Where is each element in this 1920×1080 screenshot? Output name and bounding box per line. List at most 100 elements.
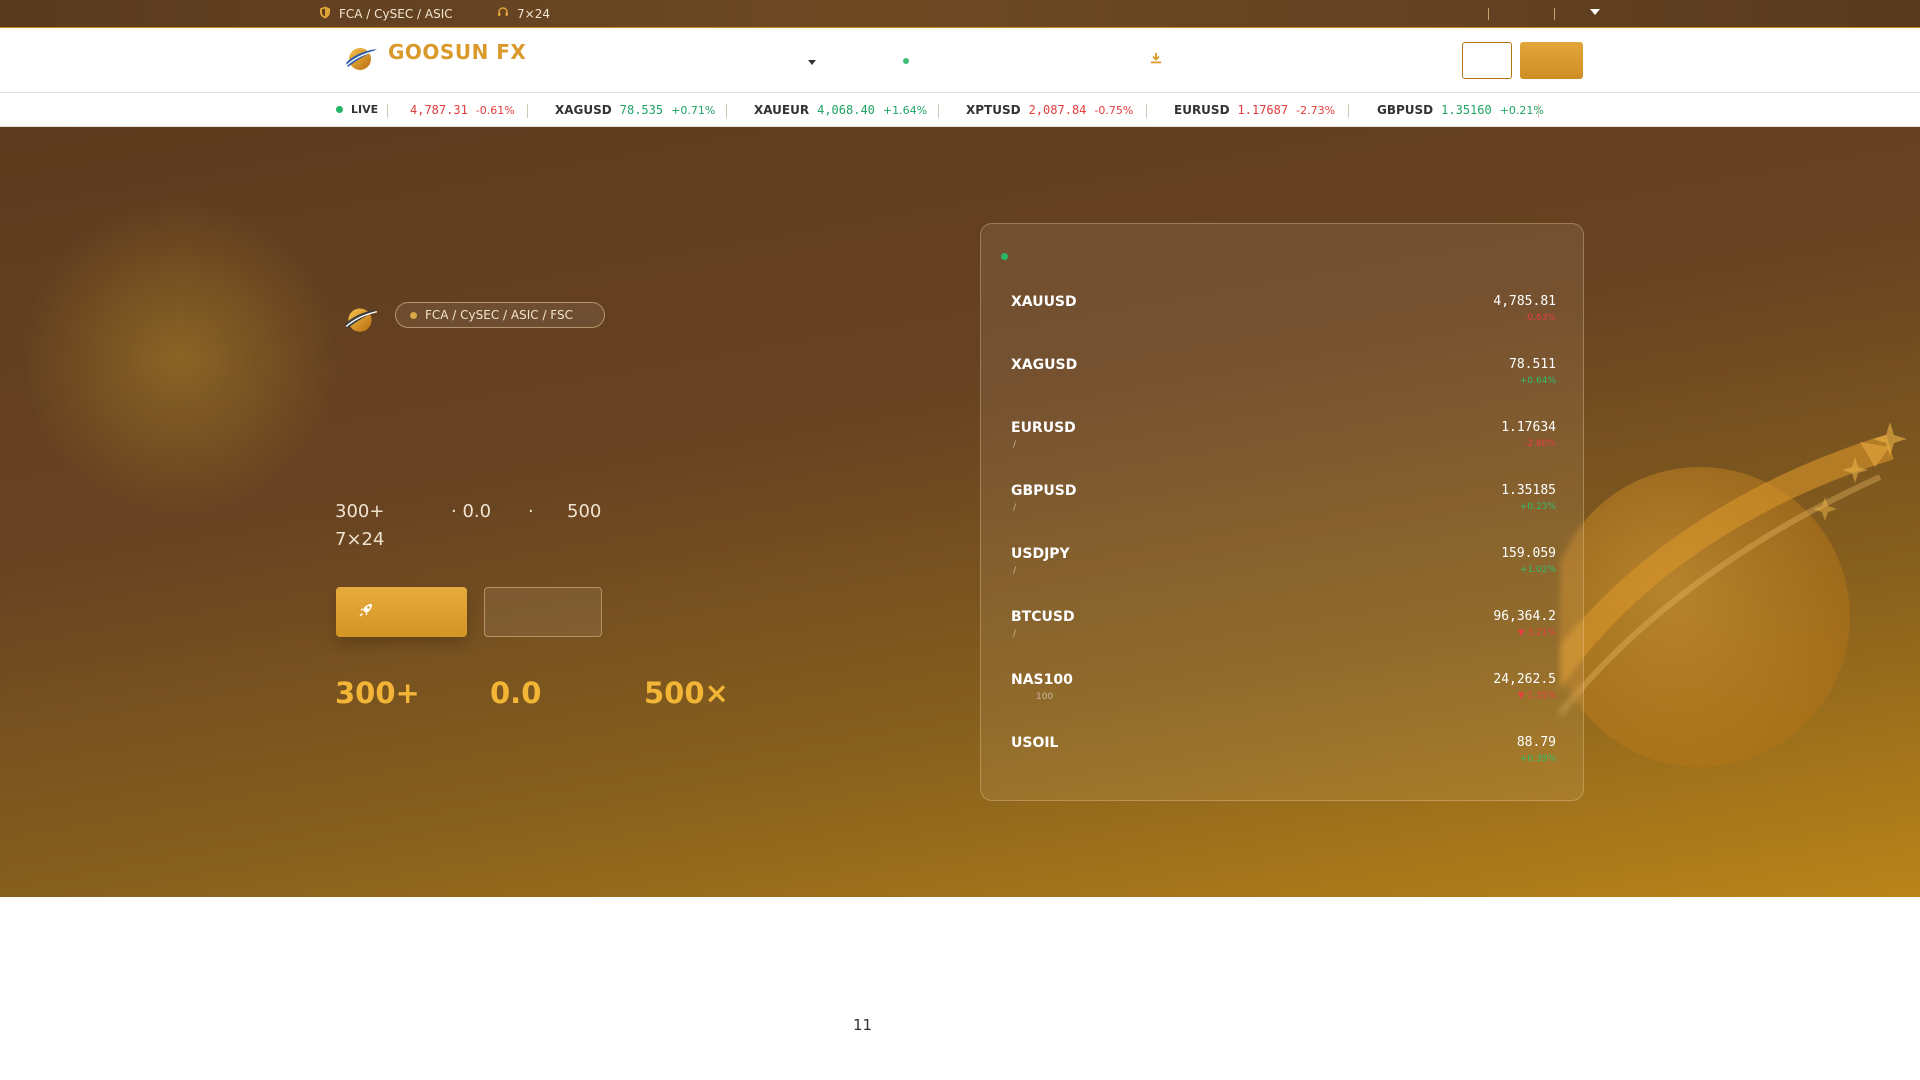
open-account-button[interactable] bbox=[1520, 42, 1583, 79]
quote-change: +0.64% bbox=[1519, 376, 1556, 386]
planet-logo-icon bbox=[343, 308, 379, 340]
divider bbox=[387, 104, 388, 118]
hero-logo bbox=[343, 300, 379, 340]
ticker-price: 78.535 bbox=[619, 103, 664, 117]
start-trading-button[interactable] bbox=[336, 587, 467, 637]
ticker-change: -0.61% bbox=[475, 103, 515, 117]
ticker-price: 4,068.40 bbox=[817, 103, 875, 117]
stat-spread: 0.0 bbox=[490, 676, 542, 710]
quote-subtitle: / bbox=[1013, 503, 1017, 513]
ticker-change: +0.71% bbox=[671, 103, 716, 117]
ticker-symbol: EURUSD bbox=[1174, 103, 1230, 117]
quote-change: -2.80% bbox=[1524, 439, 1556, 449]
quote-row[interactable]: XAGUSD 78.511 +0.64% bbox=[1011, 357, 1556, 417]
login-button[interactable] bbox=[1462, 42, 1512, 79]
feature-separator: · bbox=[528, 501, 534, 522]
planet-logo-icon bbox=[344, 40, 378, 78]
divider bbox=[938, 104, 939, 118]
quote-price: 96,364.2 bbox=[1493, 609, 1556, 624]
live-indicator: LIVE bbox=[336, 103, 378, 116]
divider bbox=[527, 104, 528, 118]
ticker-price: 2,087.84 bbox=[1028, 103, 1087, 117]
regulation-text: FCA / CySEC / ASIC bbox=[339, 7, 453, 21]
ticker-symbol: GBPUSD bbox=[1377, 103, 1434, 117]
ticker-price: 1.35160 bbox=[1441, 103, 1492, 117]
ticker-symbol: XAUEUR bbox=[754, 103, 810, 117]
language-chevron-down-icon[interactable] bbox=[1590, 9, 1600, 15]
quote-row[interactable]: NAS100 100 24,262.5 ▼ 1.35% bbox=[1011, 672, 1556, 732]
quote-subtitle: / bbox=[1013, 629, 1017, 639]
stat-instruments: 300+ bbox=[335, 676, 420, 710]
support-info: 7×24 bbox=[497, 6, 550, 21]
quote-price: 24,262.5 bbox=[1493, 672, 1556, 687]
hero-section: FCA / CySEC / ASIC / FSC 300+ · 0.0 · 50… bbox=[0, 127, 1920, 897]
live-dot bbox=[1001, 253, 1008, 260]
download-icon[interactable] bbox=[1150, 52, 1162, 68]
divider bbox=[1488, 8, 1489, 20]
quote-change: -0.63% bbox=[1524, 313, 1556, 323]
ticker-item[interactable]: XAUEUR 4,068.40 +1.64% bbox=[754, 103, 927, 117]
rocket-icon bbox=[358, 602, 374, 622]
ticker-item[interactable]: XAGUSD 78.535 +0.71% bbox=[555, 103, 715, 117]
divider bbox=[726, 104, 727, 118]
ticker-symbol: XPTUSD bbox=[966, 103, 1021, 117]
ticker-change: +1.64% bbox=[882, 103, 928, 117]
ticker-price: 1.17687 bbox=[1237, 103, 1289, 117]
feature-support: 7×24 bbox=[335, 529, 385, 550]
live-dot bbox=[336, 106, 343, 113]
quote-subtitle: / bbox=[1013, 440, 1017, 450]
headset-icon bbox=[497, 6, 509, 21]
quote-row[interactable]: USDJPY / 159.059 +1.02% bbox=[1011, 546, 1556, 606]
quote-row[interactable]: GBPUSD / 1.35185 +0.23% bbox=[1011, 483, 1556, 543]
regulation-badge: FCA / CySEC / ASIC / FSC bbox=[395, 302, 605, 328]
background-glow bbox=[20, 197, 340, 517]
live-label: LIVE bbox=[351, 103, 379, 116]
logo[interactable]: GOOSUN FX bbox=[344, 40, 526, 78]
quote-symbol: XAUUSD bbox=[1011, 294, 1077, 310]
quote-price: 159.059 bbox=[1501, 546, 1556, 561]
section-number: 11 bbox=[853, 1016, 873, 1034]
price-ticker: LIVE 4,787.31 -0.61% XAGUSD 78.535 +0.71… bbox=[0, 94, 1920, 127]
quote-symbol: GBPUSD bbox=[1011, 483, 1077, 499]
quote-change: ▼ 3.21% bbox=[1517, 628, 1556, 638]
brand-name: GOOSUN FX bbox=[388, 40, 527, 64]
ticker-item[interactable]: GBPUSD 1.35160 +0.21% bbox=[1377, 103, 1544, 117]
top-bar: FCA / CySEC / ASIC 7×24 bbox=[0, 0, 1920, 28]
quote-row[interactable]: XAUUSD 4,785.81 -0.63% bbox=[1011, 294, 1556, 354]
ticker-item[interactable]: XPTUSD 2,087.84 -0.75% bbox=[966, 103, 1133, 117]
quote-symbol: BTCUSD bbox=[1011, 609, 1075, 625]
quote-price: 1.35185 bbox=[1501, 483, 1556, 498]
quote-price: 78.511 bbox=[1509, 357, 1556, 372]
quote-row[interactable]: BTCUSD / 96,364.2 ▼ 3.21% bbox=[1011, 609, 1556, 669]
quote-price: 1.17634 bbox=[1501, 420, 1556, 435]
divider bbox=[1348, 104, 1349, 118]
shield-icon bbox=[319, 6, 331, 22]
badge-dot bbox=[410, 311, 417, 319]
divider bbox=[1538, 104, 1539, 118]
status-dot bbox=[903, 58, 909, 64]
feature-leverage: 500 bbox=[567, 501, 602, 522]
feature-spread: · 0.0 bbox=[451, 501, 492, 522]
quote-row[interactable]: EURUSD / 1.17634 -2.80% bbox=[1011, 420, 1556, 480]
main-header: GOOSUN FX bbox=[0, 28, 1920, 93]
quote-row[interactable]: USOIL 88.79 +0.39% bbox=[1011, 735, 1556, 795]
regulation-badge-text: FCA / CySEC / ASIC / FSC bbox=[425, 308, 573, 322]
ticker-change: -2.73% bbox=[1296, 103, 1336, 117]
quote-price: 88.79 bbox=[1516, 735, 1556, 750]
ticker-item[interactable]: 4,787.31 -0.61% bbox=[402, 103, 515, 117]
demo-account-button[interactable] bbox=[484, 587, 602, 637]
planet-decoration-icon bbox=[1528, 367, 1920, 871]
quote-symbol: EURUSD bbox=[1011, 420, 1076, 436]
stat-leverage: 500× bbox=[644, 676, 729, 710]
support-text: 7×24 bbox=[517, 6, 550, 21]
quote-price: 4,785.81 bbox=[1493, 294, 1556, 309]
regulation-info: FCA / CySEC / ASIC bbox=[319, 6, 453, 22]
quote-symbol: USOIL bbox=[1011, 735, 1059, 751]
ticker-price: 4,787.31 bbox=[410, 103, 468, 117]
quote-subtitle: / bbox=[1013, 566, 1017, 576]
ticker-item[interactable]: EURUSD 1.17687 -2.73% bbox=[1174, 103, 1335, 117]
quote-change: ▼ 1.35% bbox=[1517, 691, 1556, 701]
nav-chevron-down-icon[interactable] bbox=[808, 60, 816, 65]
divider bbox=[1146, 104, 1147, 118]
ticker-change: -0.75% bbox=[1094, 103, 1134, 117]
